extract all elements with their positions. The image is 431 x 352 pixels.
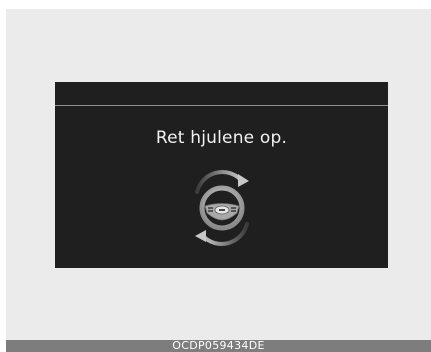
display-message: Ret hjulene op. [155,128,288,148]
cluster-display: Ret hjulene op. [55,82,388,268]
rotate-arrowhead-top [238,174,249,187]
rotate-arrowhead-bottom [195,230,206,242]
figure-frame: Ret hjulene op. [6,9,431,352]
steering-wheel-rotate-icon [195,170,249,246]
figure-caption-bar: OCDP059434DE [6,340,431,352]
figure-code: OCDP059434DE [172,340,265,352]
display-divider [55,105,388,106]
